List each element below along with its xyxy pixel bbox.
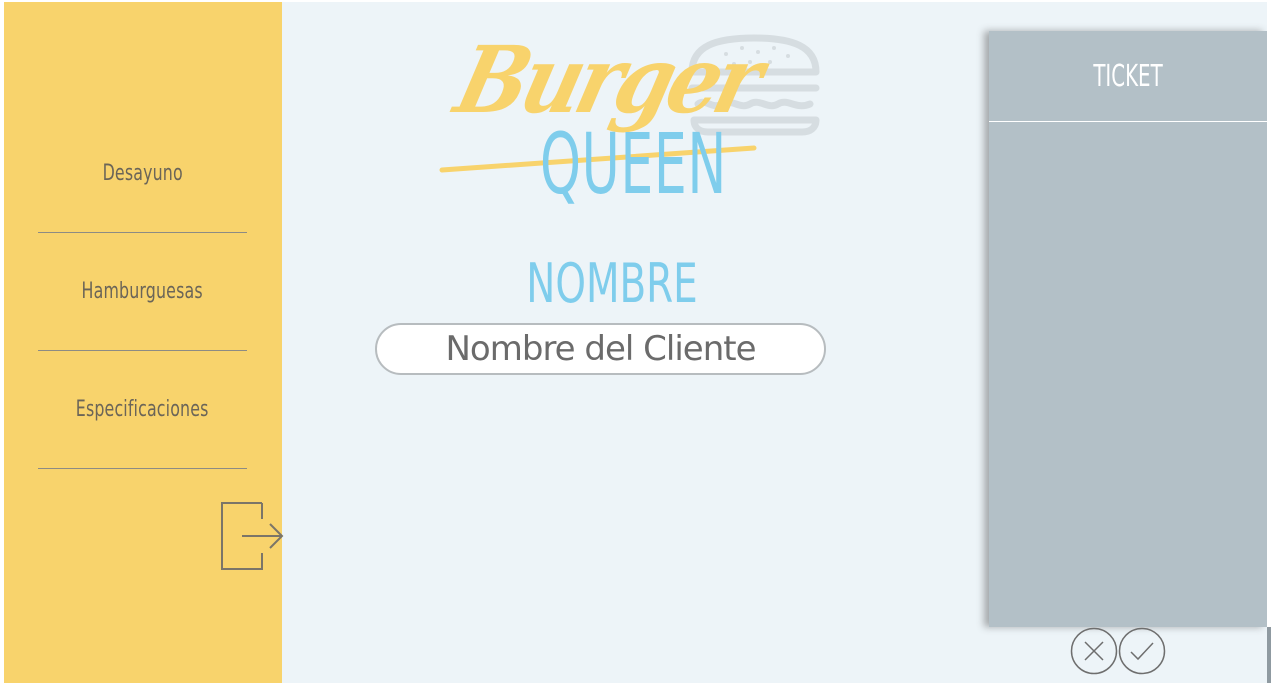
ticket-title: TICKET: [1093, 59, 1163, 94]
close-icon: [1070, 627, 1118, 675]
ticket-divider: [989, 121, 1267, 122]
logout-button[interactable]: [220, 499, 284, 571]
sidebar-item-hamburguesas[interactable]: Hamburguesas: [38, 233, 247, 351]
name-section-title: NOMBRE: [526, 252, 698, 315]
sidebar-item-label: Especificaciones: [76, 397, 209, 422]
sidebar-item-especificaciones[interactable]: Especificaciones: [38, 351, 247, 469]
sidebar-item-label: Desayuno: [102, 161, 183, 186]
logo-text-queen: QUEEN: [540, 115, 727, 213]
logout-icon: [221, 502, 284, 570]
confirm-order-button[interactable]: [1118, 627, 1166, 675]
cancel-order-button[interactable]: [1070, 627, 1118, 675]
sidebar: Desayuno Hamburguesas Especificaciones: [4, 2, 284, 683]
customer-name-input[interactable]: [375, 323, 826, 375]
check-icon: [1118, 627, 1166, 675]
burger-queen-logo: Burger QUEEN: [436, 26, 836, 218]
scrollbar-track: [1267, 627, 1271, 683]
ticket-panel: TICKET: [989, 31, 1267, 627]
sidebar-item-desayuno[interactable]: Desayuno: [38, 115, 247, 233]
window-frame-right: [1267, 0, 1271, 683]
sidebar-item-label: Hamburguesas: [81, 279, 204, 304]
